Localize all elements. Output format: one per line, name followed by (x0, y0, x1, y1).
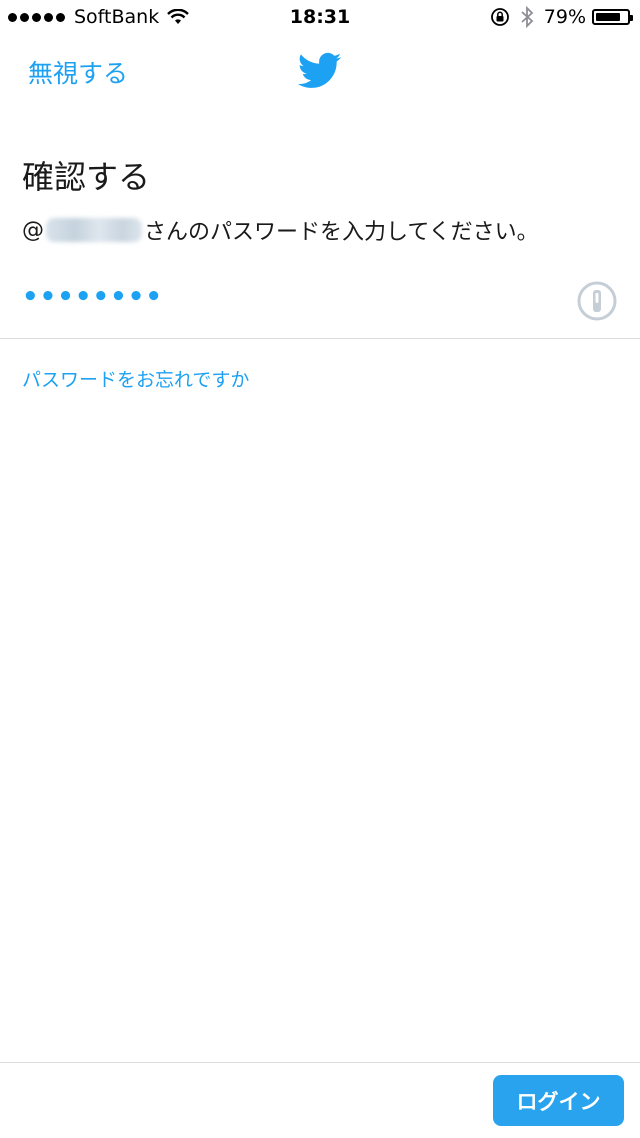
battery-percentage: 79% (543, 6, 586, 28)
password-divider (0, 338, 640, 339)
password-instruction: @ さんのパスワードを入力してください。 (22, 214, 539, 246)
forgot-password-link[interactable]: パスワードをお忘れですか (22, 365, 249, 392)
instruction-suffix: さんのパスワードを入力してください。 (144, 220, 539, 245)
bluetooth-icon (521, 6, 534, 28)
rotation-lock-icon (490, 8, 509, 26)
bottom-divider (0, 1062, 640, 1063)
twitter-bird-icon (298, 52, 342, 88)
page-title: 確認する (22, 158, 151, 196)
status-bar-right: 79% (490, 6, 633, 28)
blurred-username (46, 218, 142, 242)
1password-icon[interactable] (576, 280, 618, 322)
battery-icon (592, 9, 633, 25)
status-bar: SoftBank 18:31 79% (0, 0, 640, 36)
password-value[interactable]: •••••••• (22, 282, 163, 312)
login-button[interactable]: ログイン (493, 1075, 624, 1126)
instruction-prefix: @ (22, 217, 44, 243)
password-input[interactable]: •••••••• (22, 280, 618, 324)
ignore-button[interactable]: 無視する (28, 54, 128, 90)
